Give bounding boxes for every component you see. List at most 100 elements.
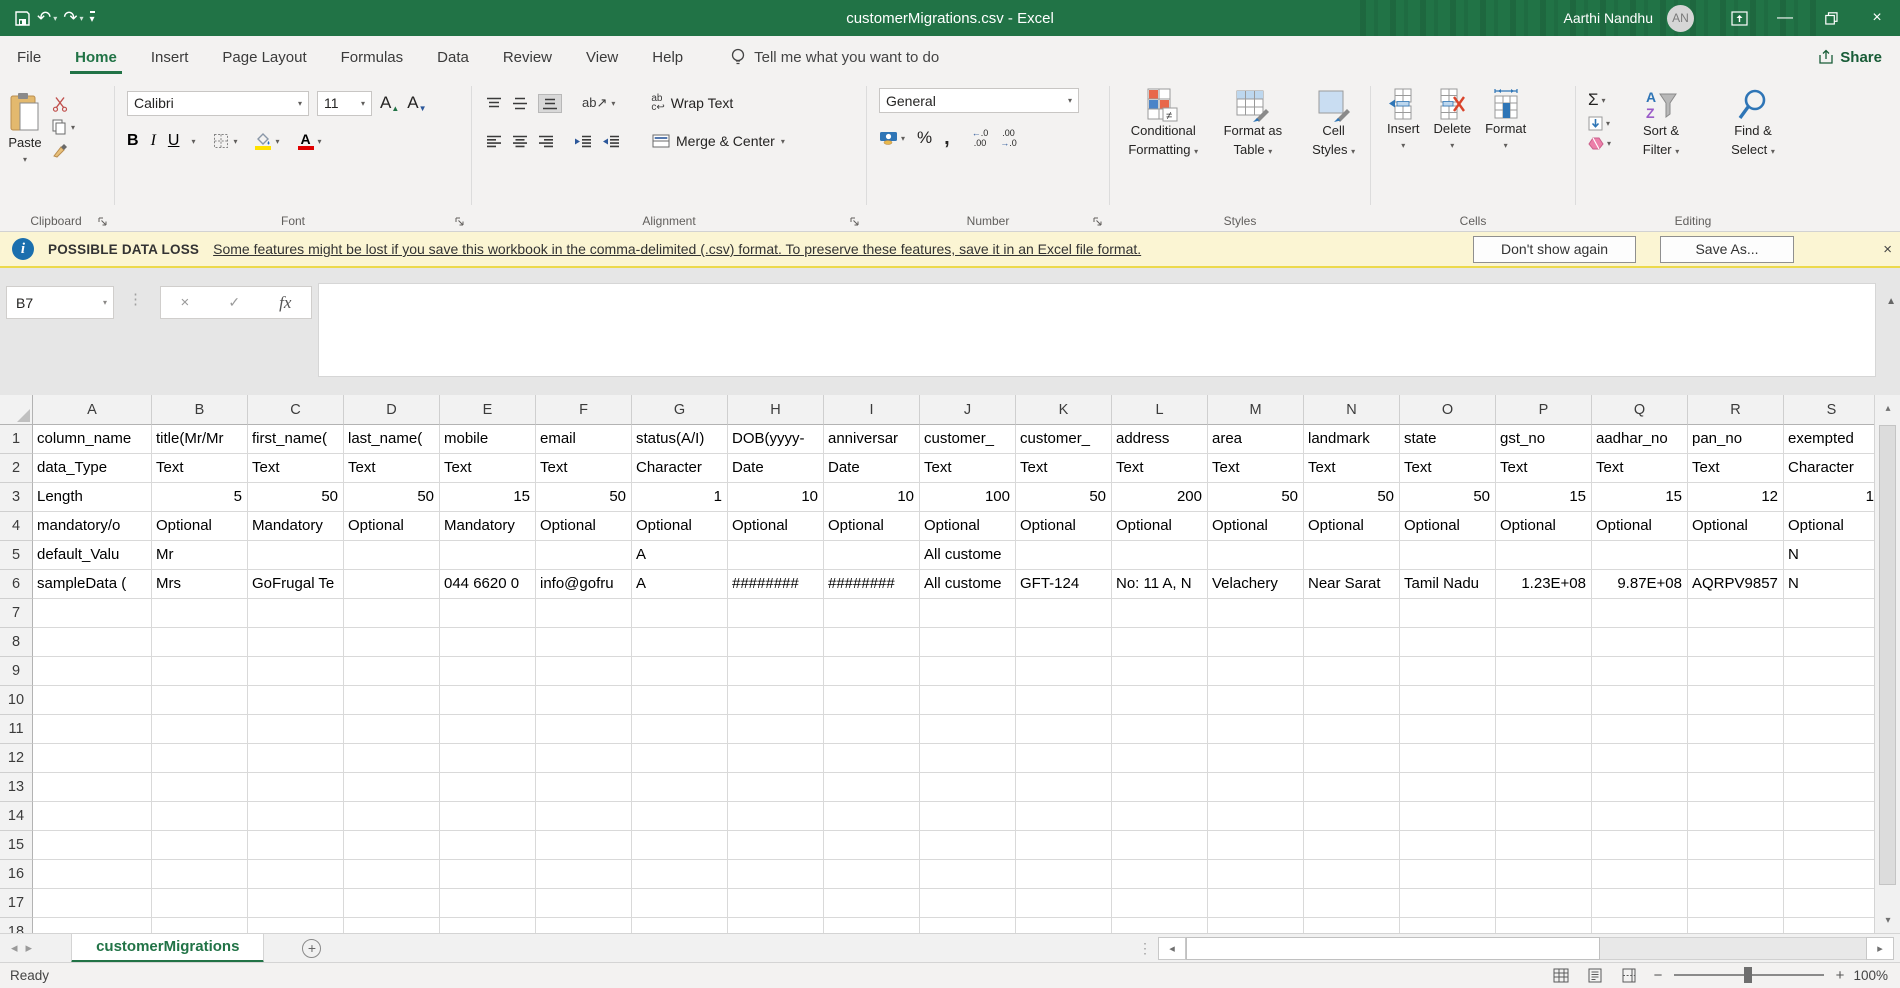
cell-Q3[interactable]: 15 bbox=[1592, 483, 1688, 512]
cell-C12[interactable] bbox=[248, 744, 344, 773]
vertical-scroll-thumb[interactable] bbox=[1879, 425, 1896, 885]
cell-F2[interactable]: Text bbox=[536, 454, 632, 483]
cell-M18[interactable] bbox=[1208, 918, 1304, 933]
cell-B1[interactable]: title(Mr/Mr bbox=[152, 425, 248, 454]
cell-H10[interactable] bbox=[728, 686, 824, 715]
cell-K1[interactable]: customer_ bbox=[1016, 425, 1112, 454]
sheetbar-resize-handle[interactable]: ⋮ bbox=[1138, 940, 1152, 957]
cell-Q2[interactable]: Text bbox=[1592, 454, 1688, 483]
cell-E11[interactable] bbox=[440, 715, 536, 744]
cell-P10[interactable] bbox=[1496, 686, 1592, 715]
cell-R9[interactable] bbox=[1688, 657, 1784, 686]
cell-A18[interactable] bbox=[33, 918, 152, 933]
cell-H14[interactable] bbox=[728, 802, 824, 831]
cell-S13[interactable] bbox=[1784, 773, 1880, 802]
cell-S8[interactable] bbox=[1784, 628, 1880, 657]
cell-K6[interactable]: GFT-124 bbox=[1016, 570, 1112, 599]
column-header-G[interactable]: G bbox=[632, 395, 728, 425]
cell-K11[interactable] bbox=[1016, 715, 1112, 744]
cell-B3[interactable]: 5 bbox=[152, 483, 248, 512]
hscroll-left-icon[interactable]: ◂ bbox=[1158, 937, 1186, 960]
cell-F18[interactable] bbox=[536, 918, 632, 933]
cell-S11[interactable] bbox=[1784, 715, 1880, 744]
increase-decimal-button[interactable]: ←.0.00 bbox=[972, 128, 989, 148]
cell-D3[interactable]: 50 bbox=[344, 483, 440, 512]
format-cells-button[interactable]: Format ▾ bbox=[1485, 88, 1526, 231]
cell-P17[interactable] bbox=[1496, 889, 1592, 918]
decrease-decimal-button[interactable]: .00→.0 bbox=[1000, 128, 1017, 148]
column-header-D[interactable]: D bbox=[344, 395, 440, 425]
alignment-dialog-launcher[interactable] bbox=[850, 217, 860, 227]
cell-P14[interactable] bbox=[1496, 802, 1592, 831]
cell-K15[interactable] bbox=[1016, 831, 1112, 860]
cell-H5[interactable] bbox=[728, 541, 824, 570]
merge-center-button[interactable]: Merge & Center ▾ bbox=[652, 133, 785, 149]
cell-P13[interactable] bbox=[1496, 773, 1592, 802]
cell-S3[interactable]: 1 bbox=[1784, 483, 1880, 512]
cell-F13[interactable] bbox=[536, 773, 632, 802]
insert-cells-button[interactable]: Insert ▾ bbox=[1387, 88, 1420, 231]
cell-O17[interactable] bbox=[1400, 889, 1496, 918]
column-header-L[interactable]: L bbox=[1112, 395, 1208, 425]
cell-A14[interactable] bbox=[33, 802, 152, 831]
cell-N17[interactable] bbox=[1304, 889, 1400, 918]
cell-Q7[interactable] bbox=[1592, 599, 1688, 628]
cell-R7[interactable] bbox=[1688, 599, 1784, 628]
cell-Q18[interactable] bbox=[1592, 918, 1688, 933]
font-color-dropdown-icon[interactable]: ▾ bbox=[318, 137, 322, 146]
cell-I13[interactable] bbox=[824, 773, 920, 802]
cell-M10[interactable] bbox=[1208, 686, 1304, 715]
cell-I17[interactable] bbox=[824, 889, 920, 918]
cell-M6[interactable]: Velachery bbox=[1208, 570, 1304, 599]
cell-J15[interactable] bbox=[920, 831, 1016, 860]
cell-C15[interactable] bbox=[248, 831, 344, 860]
cell-I6[interactable]: ######## bbox=[824, 570, 920, 599]
cell-H7[interactable] bbox=[728, 599, 824, 628]
tab-data[interactable]: Data bbox=[420, 36, 486, 78]
cell-C8[interactable] bbox=[248, 628, 344, 657]
cell-R4[interactable]: Optional bbox=[1688, 512, 1784, 541]
cell-P16[interactable] bbox=[1496, 860, 1592, 889]
cell-S7[interactable] bbox=[1784, 599, 1880, 628]
row-header-9[interactable]: 9 bbox=[0, 657, 33, 686]
row-header-12[interactable]: 12 bbox=[0, 744, 33, 773]
hscroll-right-icon[interactable]: ▸ bbox=[1866, 937, 1894, 960]
cell-J6[interactable]: All custome bbox=[920, 570, 1016, 599]
cell-Q4[interactable]: Optional bbox=[1592, 512, 1688, 541]
cell-L8[interactable] bbox=[1112, 628, 1208, 657]
font-dialog-launcher[interactable] bbox=[455, 217, 465, 227]
ribbon-display-options-button[interactable] bbox=[1716, 0, 1762, 36]
cell-G2[interactable]: Character bbox=[632, 454, 728, 483]
cell-I16[interactable] bbox=[824, 860, 920, 889]
cell-K8[interactable] bbox=[1016, 628, 1112, 657]
cell-Q12[interactable] bbox=[1592, 744, 1688, 773]
cell-P18[interactable] bbox=[1496, 918, 1592, 933]
cell-L3[interactable]: 200 bbox=[1112, 483, 1208, 512]
cell-R5[interactable] bbox=[1688, 541, 1784, 570]
delete-dropdown-icon[interactable]: ▾ bbox=[1450, 137, 1454, 154]
cell-Q17[interactable] bbox=[1592, 889, 1688, 918]
paste-button[interactable]: Paste ▾ bbox=[8, 92, 42, 231]
cell-I3[interactable]: 10 bbox=[824, 483, 920, 512]
minimize-button[interactable]: — bbox=[1762, 0, 1808, 36]
cell-O8[interactable] bbox=[1400, 628, 1496, 657]
cell-D18[interactable] bbox=[344, 918, 440, 933]
cell-F15[interactable] bbox=[536, 831, 632, 860]
cell-G7[interactable] bbox=[632, 599, 728, 628]
cell-O18[interactable] bbox=[1400, 918, 1496, 933]
user-name[interactable]: Aarthi Nandhu bbox=[1563, 10, 1653, 26]
zoom-level[interactable]: 100% bbox=[1852, 968, 1900, 983]
cell-H4[interactable]: Optional bbox=[728, 512, 824, 541]
warning-message[interactable]: Some features might be lost if you save … bbox=[213, 241, 1141, 257]
cell-L7[interactable] bbox=[1112, 599, 1208, 628]
cell-H16[interactable] bbox=[728, 860, 824, 889]
cell-S5[interactable]: N bbox=[1784, 541, 1880, 570]
row-header-4[interactable]: 4 bbox=[0, 512, 33, 541]
cell-D11[interactable] bbox=[344, 715, 440, 744]
normal-view-button[interactable] bbox=[1544, 963, 1578, 988]
tab-file[interactable]: File bbox=[0, 36, 58, 78]
accounting-dropdown-icon[interactable]: ▾ bbox=[901, 134, 905, 143]
cell-E3[interactable]: 15 bbox=[440, 483, 536, 512]
cell-O1[interactable]: state bbox=[1400, 425, 1496, 454]
orientation-button[interactable]: ab↗▾ bbox=[582, 95, 615, 111]
